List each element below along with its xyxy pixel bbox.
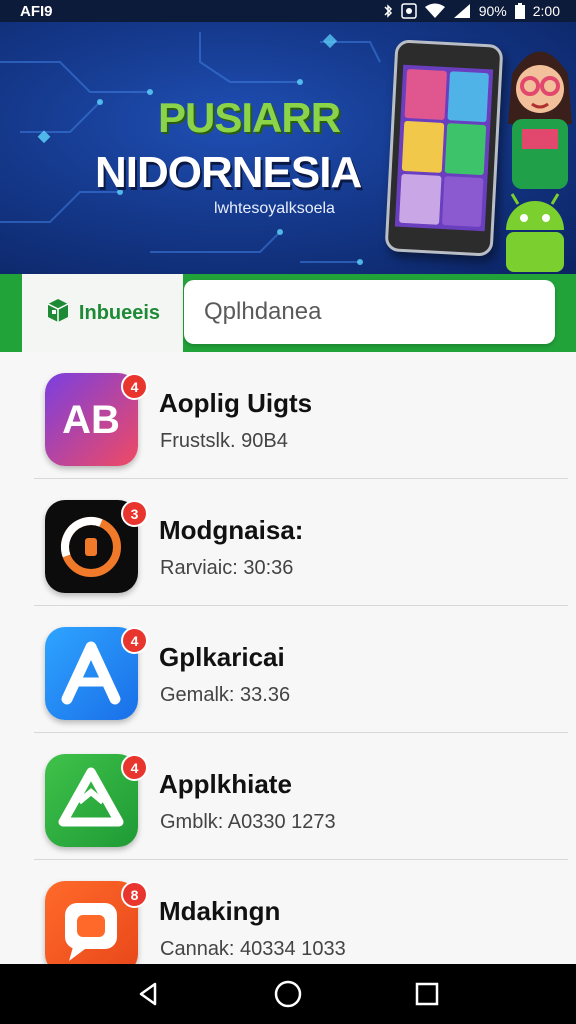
app-meta: Gmblk: A0330 1273 [160,811,336,833]
ring-logo-icon[interactable]: 3 [45,500,148,593]
banner-title-line2: NIDORNESIA [95,148,362,197]
app-meta: Rarviaic: 30:36 [160,557,294,579]
phone-screen [394,64,494,232]
signal-icon [453,3,471,19]
app-name: Modgnaisa: [159,515,304,545]
recents-icon[interactable] [407,974,447,1014]
notification-badge: 4 [121,754,148,781]
notification-badge: 4 [121,373,148,400]
alarm-icon [400,3,417,19]
promo-banner[interactable]: PUSIARR NIDORNESIA lwhtesoyalksoela [0,22,576,274]
banner-subtitle: lwhtesoyalksoela [214,200,335,217]
wifi-icon [424,3,445,19]
app-list-item[interactable]: 4 Applkhiate Gmblk: A0330 1273 [34,733,568,860]
system-nav-bar [0,964,576,1024]
character-mascot [508,51,572,189]
app-list-item[interactable]: 3 Modgnaisa: Rarviaic: 30:36 [34,479,568,606]
app-list: AB 4 Aoplig Uigts Frustslk. 90B4 3 Modgn… [0,352,576,964]
notification-badge: 8 [121,881,148,908]
svg-text:AB: AB [62,398,120,442]
search-strip: Inbueeis [0,274,576,352]
app-name: Applkhiate [159,769,292,799]
android-mascot [506,193,564,272]
banner-title-line1: PUSIARR [158,94,341,141]
carrier-label: AFI9 [20,2,53,20]
ab-letters-icon[interactable]: AB 4 [45,373,148,466]
letter-a-icon[interactable]: 4 [45,627,148,720]
category-tab[interactable]: Inbueeis [22,274,183,352]
search-input[interactable] [204,298,534,326]
home-icon[interactable] [268,974,308,1014]
back-icon[interactable] [129,974,169,1014]
app-name: Gplkaricai [159,642,285,672]
battery-percent: 90% [478,3,507,19]
app-list-item[interactable]: AB 4 Aoplig Uigts Frustslk. 90B4 [34,352,568,479]
app-name: Mdakingn [159,896,281,926]
chat-bubble-icon[interactable]: 8 [45,881,148,964]
notification-badge: 4 [121,627,148,654]
status-icons: 90% 2:00 [383,3,560,19]
battery-icon [514,3,525,19]
search-box[interactable] [184,280,555,344]
recycle-triangle-icon[interactable]: 4 [45,754,148,847]
status-bar: AFI9 90% 2:00 [0,0,576,22]
app-list-item[interactable]: 4 Gplkaricai Gemalk: 33.36 [34,606,568,733]
clock: 2:00 [532,3,560,19]
store-box-icon [45,297,71,329]
app-list-item[interactable]: 8 Mdakingn Cannak: 40334 1033 [34,860,568,964]
notification-badge: 3 [121,500,148,527]
category-tab-label: Inbueeis [78,301,161,324]
app-meta: Cannak: 40334 1033 [160,938,346,960]
app-meta: Gemalk: 33.36 [160,684,291,706]
bluetooth-icon [383,4,393,18]
app-name: Aoplig Uigts [159,388,313,418]
app-meta: Frustslk. 90B4 [160,430,288,452]
phone-illustration [384,39,504,257]
